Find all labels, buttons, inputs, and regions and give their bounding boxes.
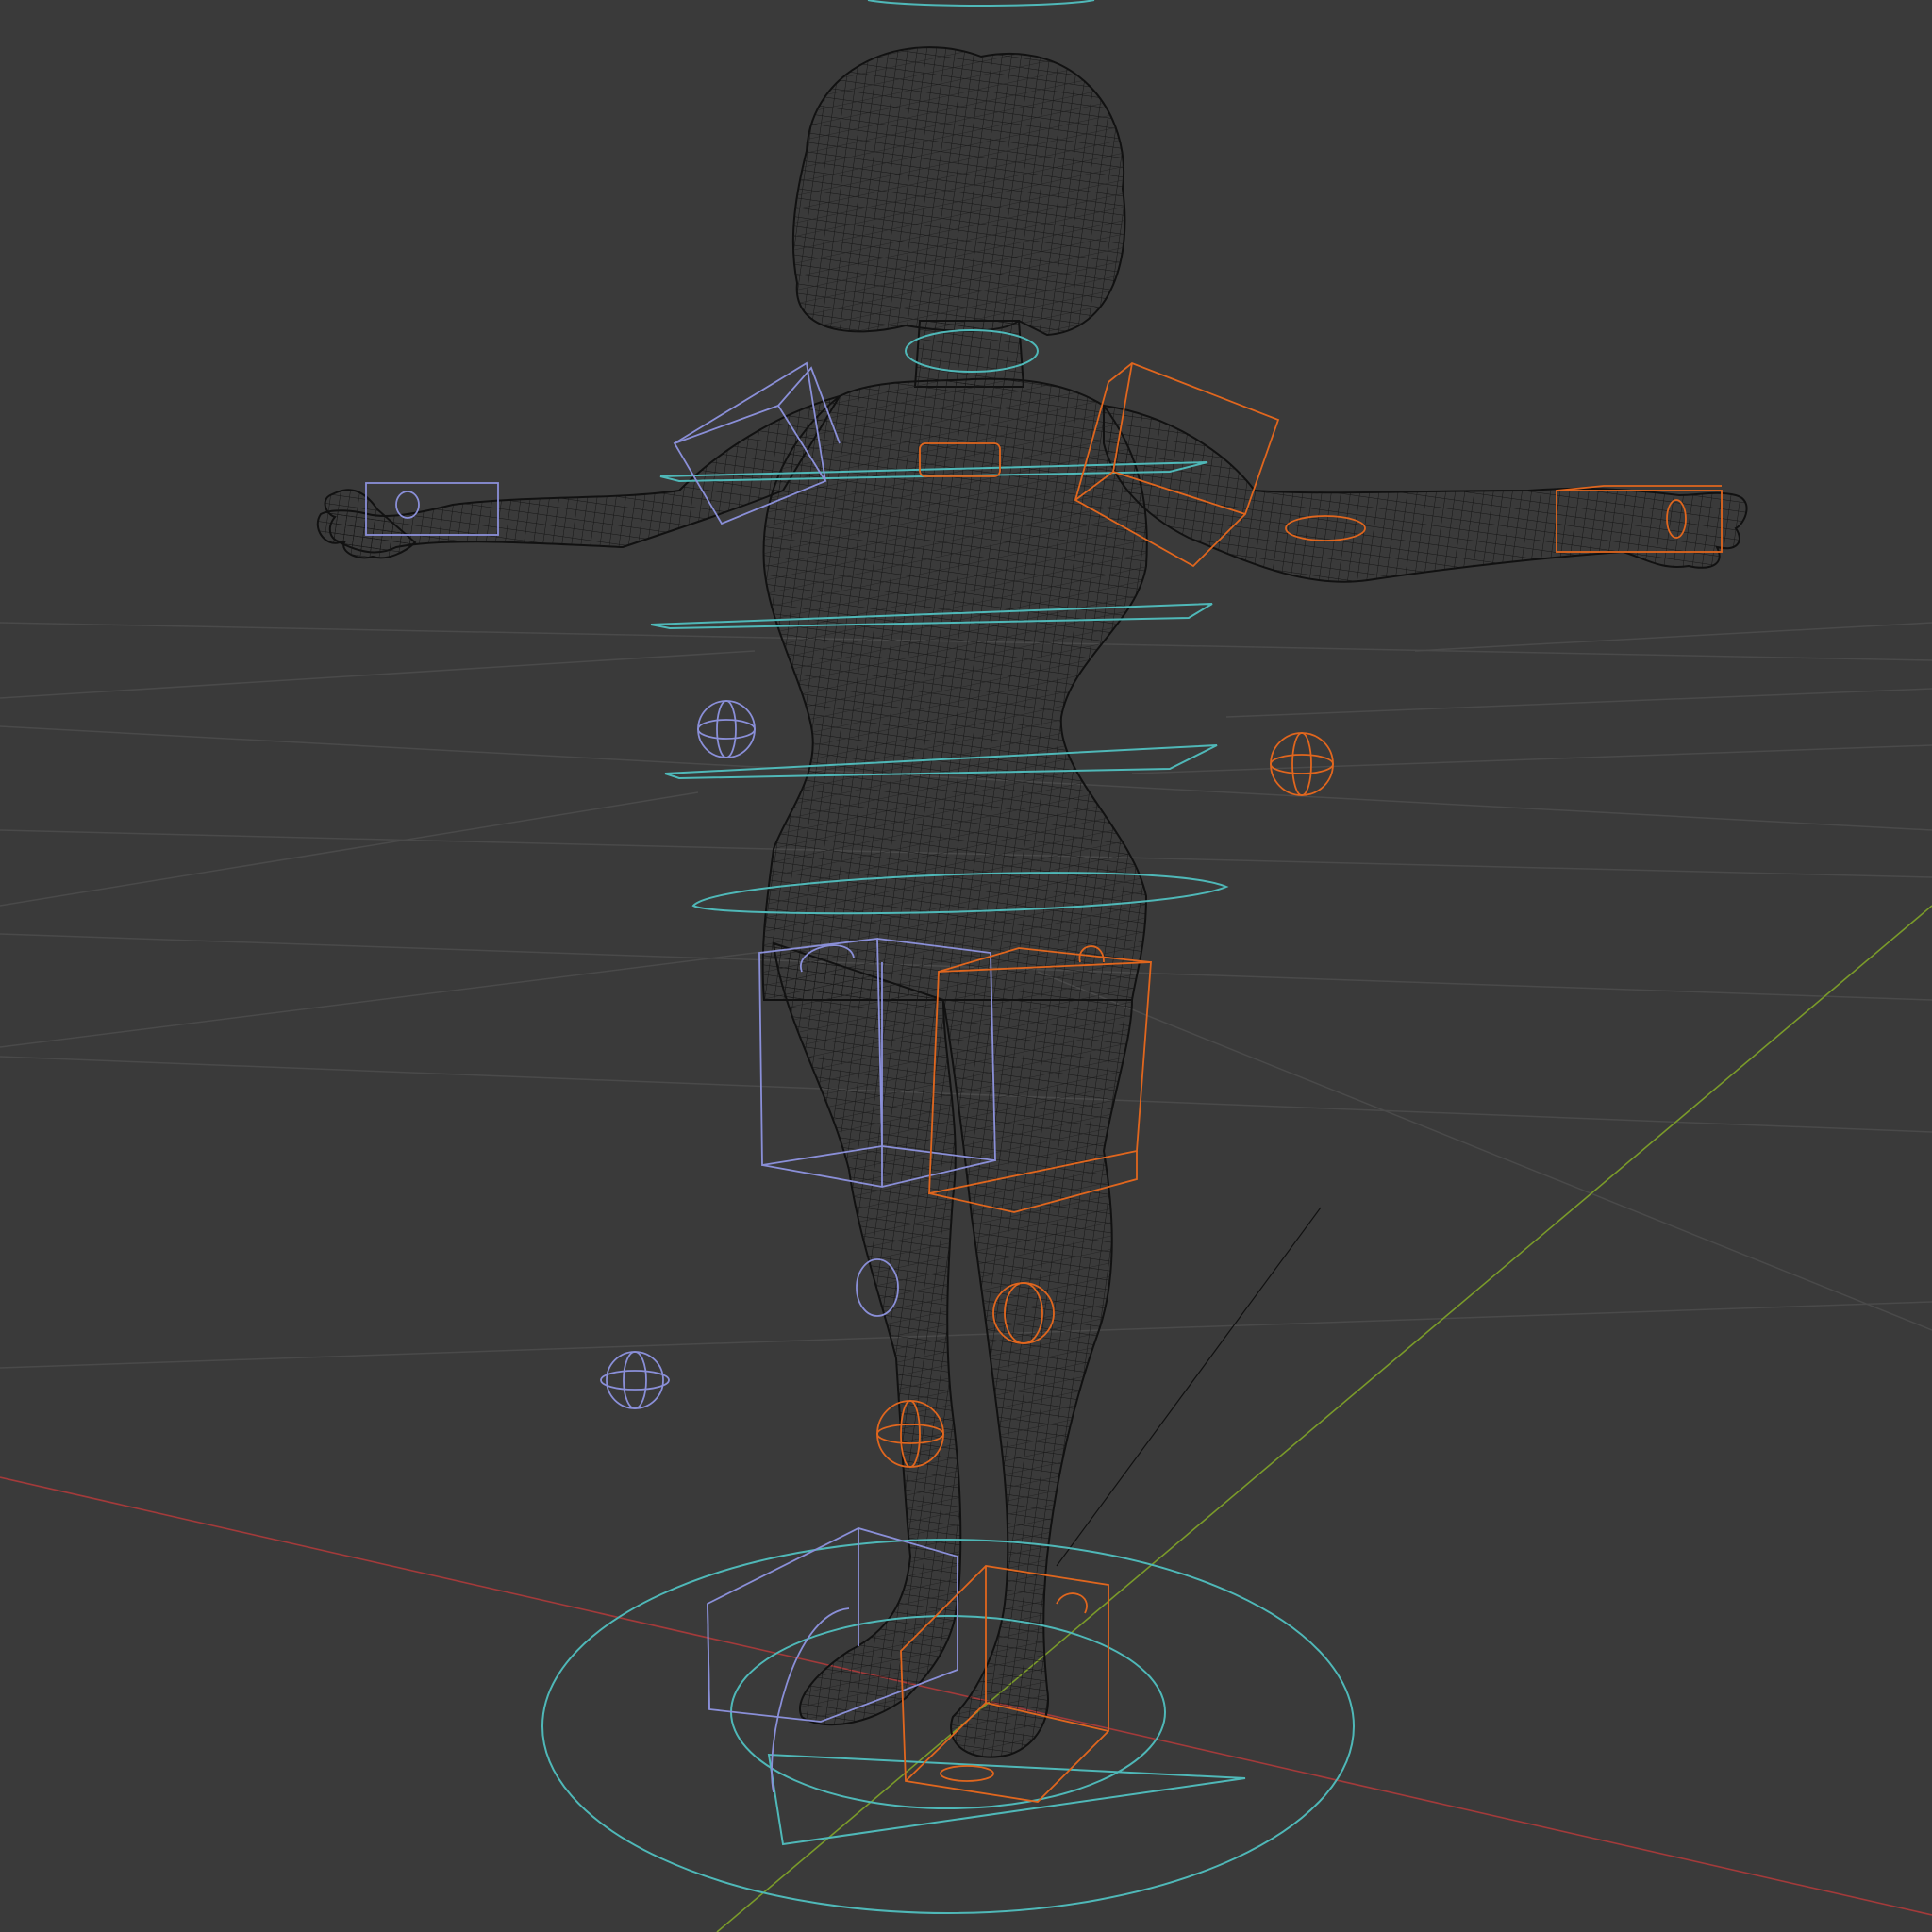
left-elbow-ik-target[interactable] [697,700,756,758]
x-axis-line [0,1476,1932,1916]
right-arm-mesh [1103,404,1748,583]
3d-viewport[interactable] [0,0,1932,1932]
viewport-canvas[interactable] [0,0,1932,1932]
right-elbow-ik-target[interactable] [1270,732,1334,796]
left-knee-ik-target[interactable] [600,1351,670,1409]
head-top-control[interactable] [867,0,1095,7]
character-wireframe-mesh[interactable] [316,46,1748,1758]
root-direction-arrow[interactable] [767,1753,1246,1846]
